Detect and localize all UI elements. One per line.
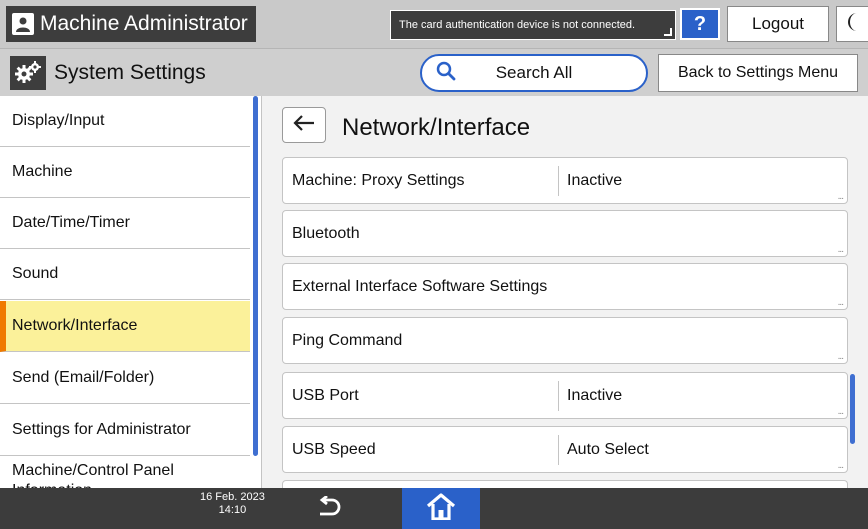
setting-row-partial[interactable] <box>282 480 848 488</box>
setting-label: USB Port <box>292 387 359 404</box>
setting-label: Ping Command <box>292 332 403 349</box>
moon-icon <box>847 12 861 37</box>
sidebar-item-send[interactable]: Send (Email/Folder) <box>0 353 250 404</box>
gears-icon <box>10 56 46 90</box>
time-text: 14:10 <box>218 504 247 516</box>
setting-label: Bluetooth <box>292 225 360 242</box>
sidebar-item-settings-for-administrator[interactable]: Settings for Administrator <box>0 405 250 456</box>
user-icon <box>12 13 34 35</box>
dark-mode-button[interactable] <box>836 6 868 42</box>
setting-row-external-interface[interactable]: External Interface Software Settings ... <box>282 263 848 310</box>
user-title: Machine Administrator <box>40 12 248 35</box>
date-time: 16 Feb. 2023 14:10 <box>200 491 265 517</box>
sidebar-item-sound[interactable]: Sound <box>0 249 250 300</box>
setting-label: External Interface Software Settings <box>292 278 548 295</box>
settings-header: System Settings Search All Back to Setti… <box>0 48 868 96</box>
setting-label: USB Speed <box>292 441 376 458</box>
notice-banner[interactable]: The card authentication device is not co… <box>390 10 676 40</box>
notice-text: The card authentication device is not co… <box>399 19 636 31</box>
logout-button[interactable]: Logout <box>727 6 829 42</box>
setting-row-bluetooth[interactable]: Bluetooth ... <box>282 210 848 257</box>
system-settings-title: System Settings <box>54 61 206 84</box>
setting-row-proxy[interactable]: Machine: Proxy Settings Inactive ... <box>282 157 848 204</box>
category-sidebar: Display/Input Machine Date/Time/Timer So… <box>0 96 262 496</box>
divider <box>558 166 559 196</box>
arrow-left-icon <box>293 114 315 136</box>
back-button[interactable] <box>282 107 326 143</box>
sidebar-item-display-input[interactable]: Display/Input <box>0 96 250 147</box>
more-icon: ... <box>837 351 844 362</box>
setting-row-ping-command[interactable]: Ping Command ... <box>282 317 848 364</box>
page-title: Network/Interface <box>342 114 531 141</box>
more-icon: ... <box>837 297 844 308</box>
sidebar-scrollbar[interactable] <box>253 96 258 456</box>
user-indicator: Machine Administrator <box>6 6 256 42</box>
divider <box>558 381 559 411</box>
more-icon: ... <box>837 460 844 471</box>
settings-panel: Network/Interface Machine: Proxy Setting… <box>262 96 868 488</box>
top-bar: Machine Administrator The card authentic… <box>0 0 868 48</box>
divider <box>558 435 559 465</box>
search-all-label: Search All <box>495 63 573 82</box>
bottom-bar: 16 Feb. 2023 14:10 <box>0 488 868 529</box>
setting-value: Inactive <box>567 172 623 189</box>
home-icon <box>426 492 456 525</box>
return-arrow-icon <box>314 494 342 523</box>
setting-label: Machine: Proxy Settings <box>292 172 465 189</box>
search-all-button[interactable]: Search All <box>420 54 648 92</box>
help-button[interactable]: ? <box>680 8 720 40</box>
panel-scrollbar[interactable] <box>850 374 855 444</box>
return-button[interactable] <box>310 494 346 523</box>
sidebar-item-date-time-timer[interactable]: Date/Time/Timer <box>0 198 250 249</box>
home-button[interactable] <box>402 488 480 529</box>
setting-value: Auto Select <box>567 441 649 458</box>
setting-value: Inactive <box>567 387 623 404</box>
more-icon: ... <box>837 244 844 255</box>
sidebar-item-machine[interactable]: Machine <box>0 147 250 198</box>
more-icon: ... <box>837 406 844 417</box>
date-text: 16 Feb. 2023 <box>200 491 265 503</box>
expand-corner-icon <box>664 28 672 36</box>
sidebar-item-network-interface[interactable]: Network/Interface <box>0 301 250 352</box>
setting-row-usb-speed[interactable]: USB Speed Auto Select ... <box>282 426 848 473</box>
setting-row-usb-port[interactable]: USB Port Inactive ... <box>282 372 848 419</box>
more-icon: ... <box>837 191 844 202</box>
back-to-settings-menu-button[interactable]: Back to Settings Menu <box>658 54 858 92</box>
